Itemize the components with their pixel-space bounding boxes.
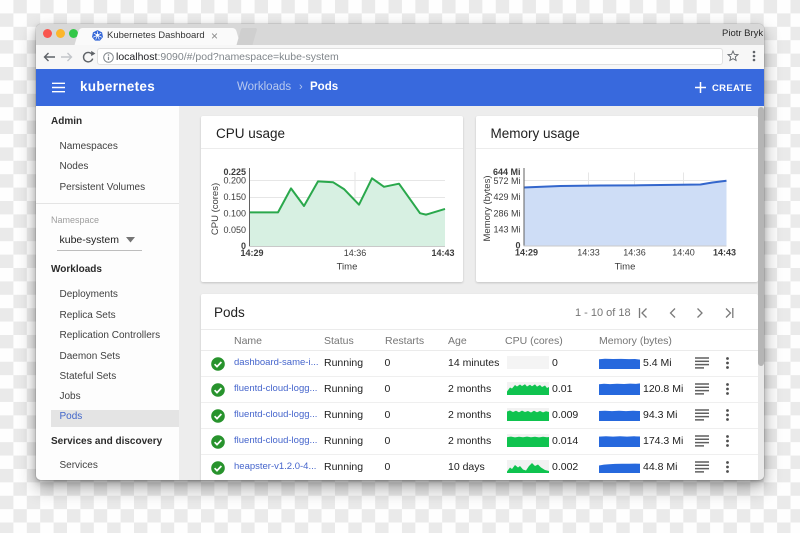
svg-text:286 Mi: 286 Mi [493,208,520,218]
svg-text:0.150: 0.150 [223,192,246,202]
svg-text:Time: Time [614,261,635,272]
svg-text:Time: Time [337,262,358,273]
svg-text:14:36: 14:36 [344,248,367,258]
svg-text:0.100: 0.100 [223,209,246,219]
svg-text:0.050: 0.050 [223,225,246,235]
svg-text:14:36: 14:36 [623,247,646,257]
svg-text:14:43: 14:43 [431,248,454,258]
svg-text:14:33: 14:33 [577,247,600,257]
svg-text:572 Mi: 572 Mi [493,175,520,185]
svg-text:14:43: 14:43 [712,247,735,257]
svg-text:429 Mi: 429 Mi [493,192,520,202]
svg-text:CPU (cores): CPU (cores) [210,183,221,235]
svg-text:0.200: 0.200 [223,176,246,186]
svg-text:143 Mi: 143 Mi [493,224,520,234]
svg-text:14:40: 14:40 [672,247,695,257]
svg-text:14:29: 14:29 [240,248,263,258]
svg-text:14:29: 14:29 [514,247,537,257]
svg-text:Memory (bytes): Memory (bytes) [482,175,493,241]
